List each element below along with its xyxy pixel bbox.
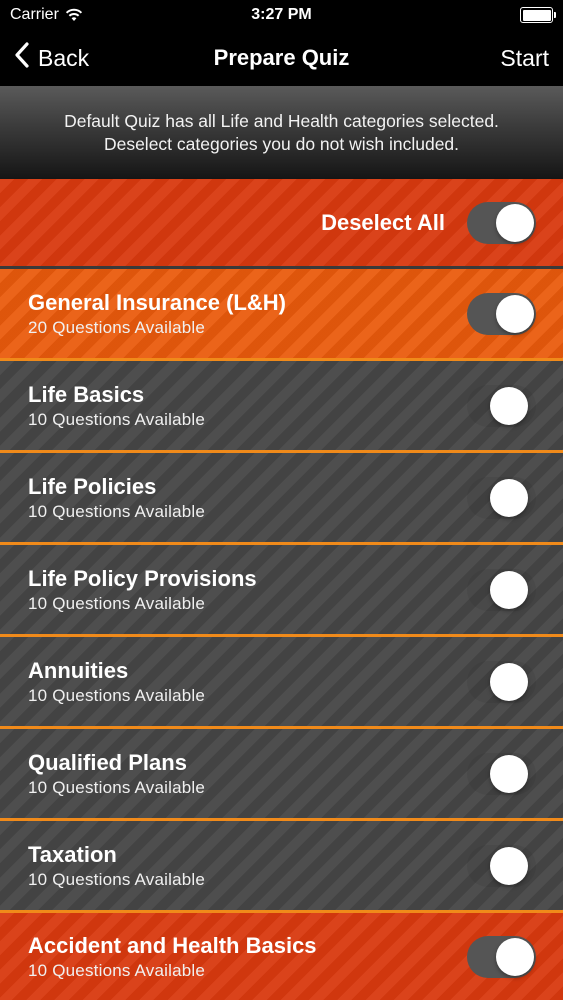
category-toggle[interactable] <box>467 844 536 887</box>
category-toggle[interactable] <box>467 935 536 978</box>
category-title: Taxation <box>28 841 117 867</box>
deselect-all-label: Deselect All <box>321 209 445 235</box>
category-row: Qualified Plans 10 Questions Available <box>0 729 563 821</box>
category-row: Life Basics 10 Questions Available <box>0 361 563 453</box>
category-row: Accident and Health Basics 10 Questions … <box>0 913 563 1000</box>
category-title: Life Policies <box>28 473 157 499</box>
category-row: Life Policy Provisions 10 Questions Avai… <box>0 545 563 637</box>
category-toggle[interactable] <box>467 568 536 611</box>
category-question-count: 20 Questions Available <box>28 317 206 337</box>
category-question-count: 10 Questions Available <box>28 593 206 613</box>
category-question-count: 10 Questions Available <box>28 777 206 797</box>
category-question-count: 10 Questions Available <box>28 501 206 521</box>
category-toggle[interactable] <box>467 384 536 427</box>
category-title: Annuities <box>28 657 129 683</box>
category-title: Qualified Plans <box>28 749 187 775</box>
category-toggle[interactable] <box>467 476 536 519</box>
navigation-bar: Back Prepare Quiz Start <box>0 30 563 86</box>
wifi-icon <box>65 8 83 22</box>
category-toggle[interactable] <box>467 292 536 335</box>
category-title: Life Policy Provisions <box>28 565 257 591</box>
start-button[interactable]: Start <box>500 45 549 72</box>
category-row: Taxation 10 Questions Available <box>0 821 563 913</box>
info-line-1: Default Quiz has all Life and Health cat… <box>64 110 499 131</box>
status-time: 3:27 PM <box>251 6 312 23</box>
carrier-status: Carrier <box>10 6 83 24</box>
category-toggle[interactable] <box>467 660 536 703</box>
category-question-count: 10 Questions Available <box>28 685 206 705</box>
status-bar: Carrier 3:27 PM <box>0 0 563 30</box>
deselect-all-row: Deselect All <box>0 179 563 269</box>
info-banner: Default Quiz has all Life and Health cat… <box>0 86 563 179</box>
category-question-count: 10 Questions Available <box>28 869 206 889</box>
category-title: Accident and Health Basics <box>28 932 317 958</box>
category-question-count: 10 Questions Available <box>28 960 206 980</box>
category-row: Annuities 10 Questions Available <box>0 637 563 729</box>
back-button[interactable]: Back <box>14 42 89 74</box>
category-question-count: 10 Questions Available <box>28 409 206 429</box>
carrier-label: Carrier <box>10 6 59 23</box>
category-row: Life Policies 10 Questions Available <box>0 453 563 545</box>
category-toggle[interactable] <box>467 752 536 795</box>
back-label: Back <box>38 44 90 71</box>
battery-icon <box>520 7 556 23</box>
chevron-left-icon <box>14 42 30 74</box>
category-title: Life Basics <box>28 381 145 407</box>
category-row: General Insurance (L&H) 20 Questions Ava… <box>0 269 563 361</box>
category-title: General Insurance (L&H) <box>28 289 286 315</box>
info-line-2: Deselect categories you do not wish incl… <box>103 133 460 154</box>
deselect-all-toggle[interactable] <box>467 201 536 244</box>
